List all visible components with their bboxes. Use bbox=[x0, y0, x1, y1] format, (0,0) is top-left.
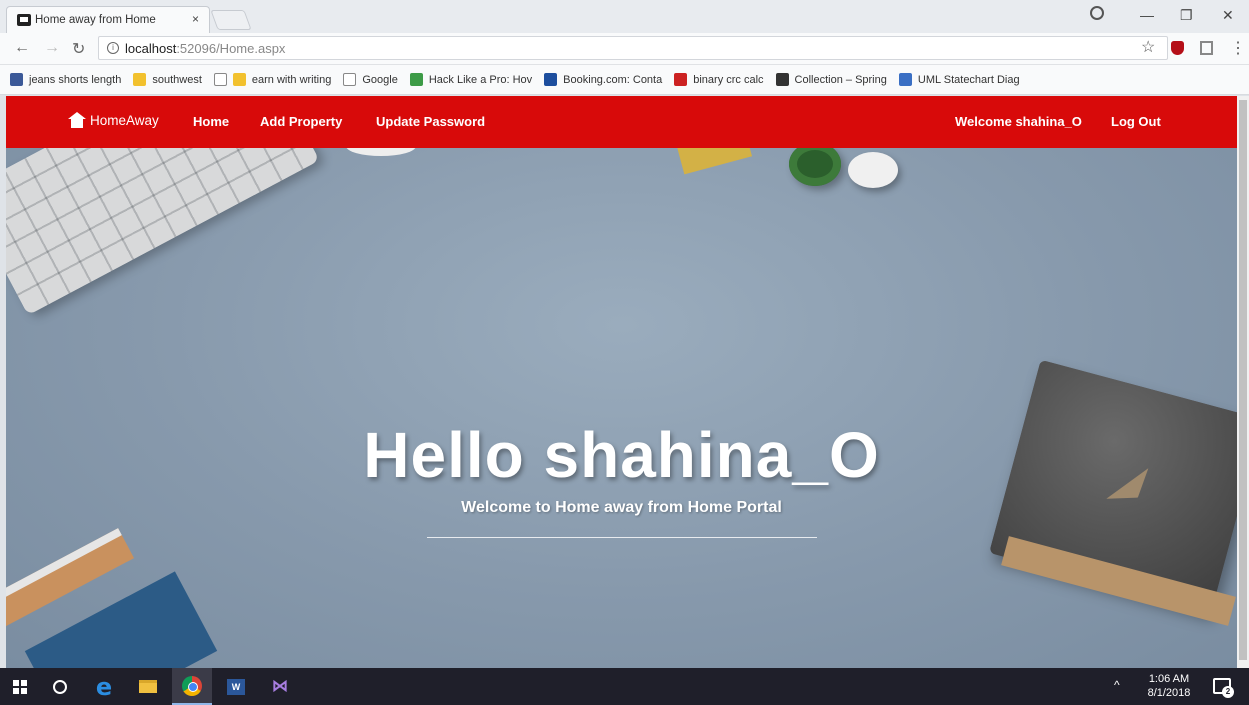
extension-icon[interactable] bbox=[1200, 41, 1213, 55]
nav-update-password[interactable]: Update Password bbox=[376, 114, 485, 129]
chrome-icon bbox=[182, 675, 202, 696]
tab-close-icon[interactable]: × bbox=[192, 12, 199, 26]
minimize-icon[interactable]: — bbox=[1140, 7, 1154, 23]
inkpot-image bbox=[789, 142, 841, 186]
bookmark-item[interactable]: Booking.com: Conta bbox=[544, 73, 662, 86]
browser-toolbar: ← → ↻ i localhost :52096/Home.aspx ☆ ⋮ bbox=[0, 33, 1249, 65]
word-icon: W bbox=[227, 678, 245, 695]
hero-divider bbox=[427, 537, 817, 538]
scrollbar-thumb[interactable] bbox=[1239, 100, 1247, 660]
page-icon bbox=[213, 73, 227, 86]
visual-studio-icon: ⋈ bbox=[272, 677, 288, 695]
taskbar-visual-studio[interactable]: ⋈ bbox=[260, 668, 300, 705]
browser-tabstrip: Home away from Home × — ❐ ✕ bbox=[0, 0, 1249, 33]
close-window-icon[interactable]: ✕ bbox=[1222, 7, 1234, 24]
tab-title: Home away from Home bbox=[35, 14, 156, 26]
taskbar-clock[interactable]: 1:06 AM 8/1/2018 bbox=[1140, 672, 1198, 700]
folder-icon bbox=[133, 73, 147, 86]
bookmark-label: jeans shorts length bbox=[29, 73, 122, 86]
url-host: localhost bbox=[125, 40, 177, 56]
site-info-icon[interactable]: i bbox=[107, 42, 119, 54]
bookmark-item[interactable]: southwest bbox=[133, 73, 202, 86]
bookmark-item[interactable]: Collection – Spring bbox=[775, 73, 887, 86]
notification-count: 2 bbox=[1222, 686, 1234, 698]
cortana-icon bbox=[53, 679, 67, 694]
brand-name: HomeAway bbox=[90, 112, 159, 128]
site-navbar: HomeAway Home Add Property Update Passwo… bbox=[6, 96, 1237, 148]
new-tab-button[interactable] bbox=[210, 10, 252, 30]
taskbar-word[interactable]: W bbox=[216, 668, 256, 705]
bookmark-label: Hack Like a Pro: Hov bbox=[428, 73, 533, 86]
tray-expand-icon[interactable]: ^ bbox=[1114, 678, 1120, 692]
nav-home[interactable]: Home bbox=[193, 114, 229, 129]
nav-add-property[interactable]: Add Property bbox=[260, 114, 342, 129]
bookmark-item[interactable]: Hack Like a Pro: Hov bbox=[409, 73, 533, 86]
address-bar[interactable]: i localhost :52096/Home.aspx bbox=[98, 36, 1168, 60]
site-favicon-icon bbox=[17, 14, 31, 26]
hack-icon bbox=[409, 73, 423, 86]
taskbar-chrome[interactable] bbox=[172, 668, 212, 705]
taskbar-file-explorer[interactable] bbox=[128, 668, 168, 705]
crc-icon bbox=[674, 73, 688, 86]
start-button[interactable] bbox=[0, 668, 40, 705]
page-scrollbar[interactable] bbox=[1237, 96, 1249, 668]
clock-time: 1:06 AM bbox=[1148, 673, 1190, 685]
bookmark-label: southwest bbox=[152, 73, 202, 86]
restore-icon[interactable]: ❐ bbox=[1180, 7, 1193, 24]
nav-welcome-user[interactable]: Welcome shahina_O bbox=[955, 114, 1082, 129]
profile-icon[interactable] bbox=[1090, 6, 1104, 20]
note-icon bbox=[232, 73, 246, 86]
page-icon bbox=[343, 73, 357, 86]
bookmark-label: Collection – Spring bbox=[794, 73, 887, 86]
bookmark-item[interactable]: Google bbox=[343, 73, 398, 86]
bookmark-star-icon[interactable]: ☆ bbox=[1141, 37, 1155, 57]
house-logo-icon bbox=[68, 112, 86, 128]
hero-title: Hello shahina_O bbox=[363, 419, 880, 491]
folder-icon bbox=[139, 680, 157, 693]
bookmark-item[interactable]: jeans shorts length bbox=[10, 73, 121, 86]
browser-tab[interactable]: Home away from Home × bbox=[6, 6, 210, 33]
bookmarks-bar: jeans shorts length southwest earn with … bbox=[0, 65, 1249, 95]
booking-icon bbox=[544, 73, 558, 86]
windows-logo-icon bbox=[13, 679, 27, 694]
cortana-button[interactable] bbox=[40, 668, 80, 705]
reload-icon[interactable]: ↻ bbox=[72, 39, 85, 59]
forward-icon[interactable]: → bbox=[44, 39, 60, 57]
uml-icon bbox=[898, 73, 912, 86]
back-icon[interactable]: ← bbox=[14, 39, 30, 57]
edge-icon: e bbox=[95, 672, 113, 701]
brand-link[interactable]: HomeAway bbox=[68, 112, 159, 128]
bookmark-label: UML Statechart Diag bbox=[917, 73, 1020, 86]
url-path: :52096/Home.aspx bbox=[176, 40, 286, 56]
bookmark-item[interactable]: UML Statechart Diag bbox=[898, 73, 1020, 86]
browser-menu-icon[interactable]: ⋮ bbox=[1230, 38, 1246, 58]
inkpot-lid-image bbox=[848, 152, 898, 188]
bookmark-item[interactable]: binary crc calc bbox=[674, 73, 764, 86]
windows-taskbar: e W ⋈ ^ 1:06 AM 8/1/2018 2 bbox=[0, 668, 1249, 705]
taskbar-edge[interactable]: e bbox=[84, 668, 124, 705]
bookmark-label: Google bbox=[362, 73, 398, 86]
bookmark-item[interactable]: earn with writing bbox=[213, 73, 332, 86]
bookmark-label: earn with writing bbox=[251, 73, 332, 86]
ublock-extension-icon[interactable] bbox=[1171, 41, 1184, 55]
bookmark-icon bbox=[10, 73, 23, 86]
clock-date: 8/1/2018 bbox=[1147, 687, 1191, 699]
bookmark-label: binary crc calc bbox=[693, 73, 764, 86]
page-viewport: HomeAway Home Add Property Update Passwo… bbox=[6, 96, 1237, 668]
nav-logout[interactable]: Log Out bbox=[1111, 114, 1161, 129]
bookmark-label: Booking.com: Conta bbox=[563, 73, 663, 86]
collection-icon bbox=[775, 73, 789, 86]
hero-subtitle: Welcome to Home away from Home Portal bbox=[461, 499, 782, 516]
